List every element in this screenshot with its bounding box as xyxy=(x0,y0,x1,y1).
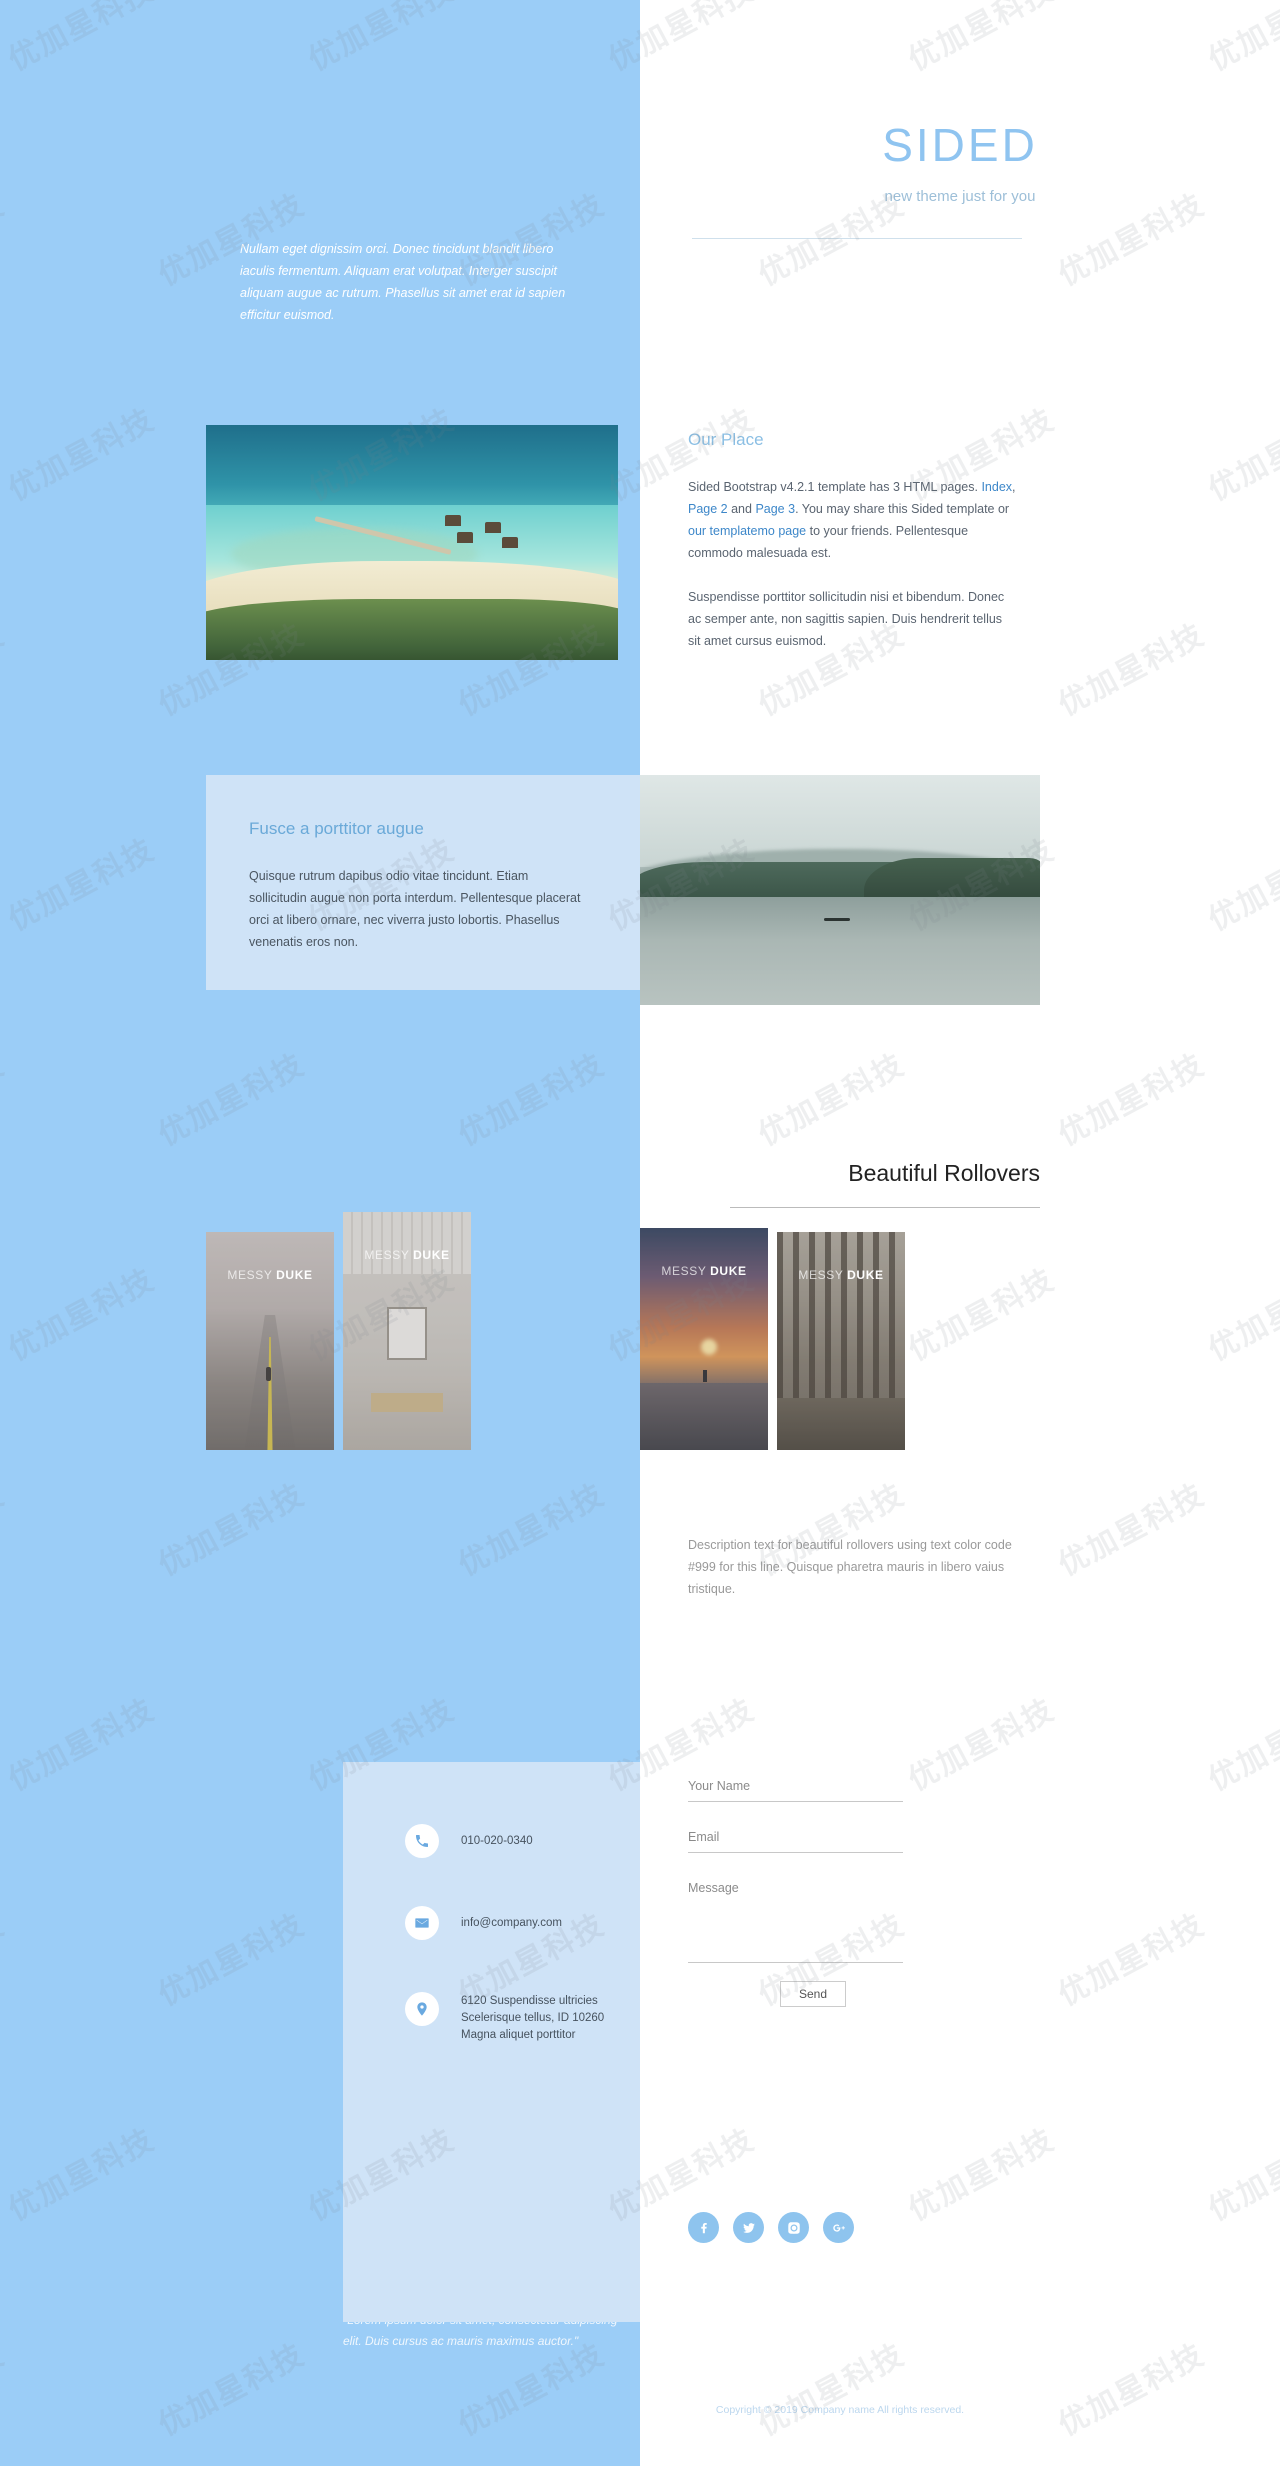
gallery-caption-2: MESSY DUKE xyxy=(343,1248,471,1262)
caption-light-3: MESSY xyxy=(661,1264,711,1278)
site-tagline: new theme just for you xyxy=(884,188,1036,205)
rollover-veil xyxy=(640,1228,768,1450)
gallery-item-2[interactable]: MESSY DUKE xyxy=(343,1212,471,1450)
caption-bold-2: DUKE xyxy=(413,1248,450,1262)
gallery-item-1[interactable]: MESSY DUKE xyxy=(206,1232,334,1450)
intro-paragraph: Nullam eget dignissim orci. Donec tincid… xyxy=(240,242,566,322)
address-line-3: Magna aliquet porttitor xyxy=(461,2029,576,2041)
contact-form[interactable]: Send xyxy=(688,1775,903,2007)
our-place-text-a: Sided Bootstrap v4.2.1 template has 3 HT… xyxy=(688,480,982,494)
caption-bold-3: DUKE xyxy=(710,1264,747,1278)
island-huts xyxy=(433,505,557,557)
send-button[interactable]: Send xyxy=(780,1981,846,2007)
contact-info-panel: 010-020-0340 info@company.com 6120 Suspe… xyxy=(343,1762,640,2322)
rollovers-divider xyxy=(730,1207,1040,1208)
island-scene xyxy=(206,425,618,660)
map-pin-icon xyxy=(405,1992,439,2026)
link-page-3[interactable]: Page 3 xyxy=(755,502,795,516)
sep-1: , xyxy=(1012,480,1016,494)
our-place-paragraph-1: Sided Bootstrap v4.2.1 template has 3 HT… xyxy=(688,476,1018,564)
contact-phone-row[interactable]: 010-020-0340 xyxy=(405,1824,533,1858)
caption-bold-4: DUKE xyxy=(847,1268,884,1282)
feature-heading: Fusce a porttitor augue xyxy=(249,819,424,838)
caption-light-2: MESSY xyxy=(364,1248,414,1262)
contact-phone-value: 010-020-0340 xyxy=(461,1835,533,1847)
link-templatemo-page[interactable]: our templatemo page xyxy=(688,524,806,538)
island-vegetation xyxy=(206,598,618,660)
rollover-veil xyxy=(206,1232,334,1450)
instagram-icon[interactable] xyxy=(778,2212,809,2243)
gallery-caption-3: MESSY DUKE xyxy=(640,1264,768,1278)
gallery-item-3[interactable]: MESSY DUKE xyxy=(640,1228,768,1450)
contact-email-value: info@company.com xyxy=(461,1917,562,1929)
copyright-text: Copyright © 2019 Company name All rights… xyxy=(715,2404,965,2416)
gallery-item-4[interactable]: MESSY DUKE xyxy=(777,1232,905,1450)
site-logo: SIDED xyxy=(882,119,1038,171)
our-place-heading: Our Place xyxy=(688,430,764,449)
caption-light-4: MESSY xyxy=(798,1268,848,1282)
lake-water xyxy=(640,896,1040,1005)
our-place-block: Our Place Sided Bootstrap v4.2.1 templat… xyxy=(688,430,1018,652)
gallery-caption-1: MESSY DUKE xyxy=(206,1268,334,1282)
gallery-caption-4: MESSY DUKE xyxy=(777,1268,905,1282)
google-plus-icon[interactable] xyxy=(823,2212,854,2243)
our-place-paragraph-2: Suspendisse porttitor sollicitudin nisi … xyxy=(688,590,1005,648)
link-page-2[interactable]: Page 2 xyxy=(688,502,728,516)
page-root: SIDED new theme just for you Nullam eget… xyxy=(0,0,1280,2466)
our-place-text-b: . You may share this Sided template or xyxy=(795,502,1010,516)
header-divider xyxy=(692,238,1022,239)
island-photo xyxy=(206,425,618,660)
rollovers-description: Description text for beautiful rollovers… xyxy=(688,1538,1012,1596)
message-input[interactable] xyxy=(688,1877,903,1963)
contact-address-row[interactable]: 6120 Suspendisse ultricies Scelerisque t… xyxy=(405,1992,604,2044)
feature-panel: Fusce a porttitor augue Quisque rutrum d… xyxy=(206,775,640,990)
feature-body: Quisque rutrum dapibus odio vitae tincid… xyxy=(249,869,581,949)
contact-address-value: 6120 Suspendisse ultricies Scelerisque t… xyxy=(461,1992,604,2044)
phone-icon xyxy=(405,1824,439,1858)
social-links xyxy=(688,2212,854,2243)
link-index[interactable]: Index xyxy=(981,480,1012,494)
email-input[interactable] xyxy=(688,1826,903,1853)
rollovers-heading: Beautiful Rollovers xyxy=(848,1160,1040,1186)
twitter-icon[interactable] xyxy=(733,2212,764,2243)
address-line-2: Scelerisque tellus, ID 10260 xyxy=(461,2012,605,2024)
envelope-icon xyxy=(405,1906,439,1940)
rollover-veil xyxy=(777,1232,905,1450)
caption-bold-1: DUKE xyxy=(276,1268,313,1282)
contact-email-row[interactable]: info@company.com xyxy=(405,1906,562,1940)
caption-light-1: MESSY xyxy=(227,1268,277,1282)
sep-2: and xyxy=(727,502,756,516)
lake-boat xyxy=(824,917,850,921)
address-line-1: 6120 Suspendisse ultricies xyxy=(461,1995,598,2007)
name-input[interactable] xyxy=(688,1775,903,1802)
facebook-icon[interactable] xyxy=(688,2212,719,2243)
lake-photo xyxy=(640,775,1040,1005)
